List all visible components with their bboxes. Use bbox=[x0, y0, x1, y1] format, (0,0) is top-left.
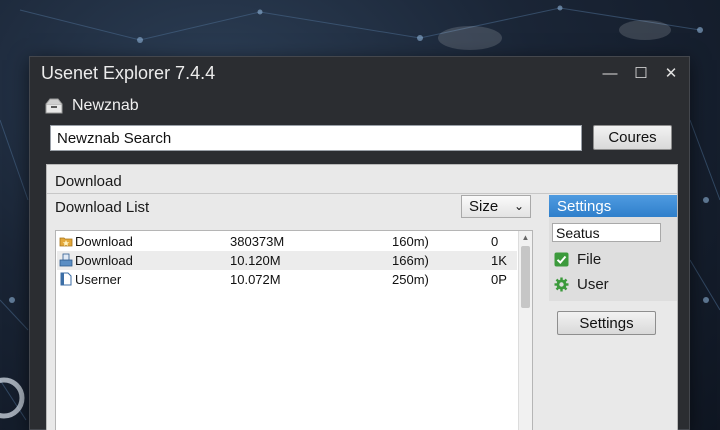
list-item[interactable]: Download 10.120M 166m) 1K bbox=[57, 251, 517, 270]
download-tray-icon bbox=[59, 253, 73, 267]
app-header: Newznab bbox=[44, 95, 139, 117]
option-user-label: User bbox=[577, 275, 609, 293]
row-size: 10.120M bbox=[230, 253, 281, 268]
list-item[interactable]: Userner 10.072M 250m) 0P bbox=[57, 270, 517, 289]
row-name: Userner bbox=[75, 272, 122, 287]
option-user[interactable]: User bbox=[554, 275, 609, 293]
row-count: 1K bbox=[491, 253, 507, 268]
sort-size-select[interactable]: Size ⌄ bbox=[461, 195, 531, 218]
download-listbox[interactable]: Download 380373M 160m) 0 Download 10.120… bbox=[55, 230, 533, 430]
row-name: Download bbox=[75, 234, 133, 249]
option-file-label: File bbox=[577, 250, 602, 268]
inbox-tray-icon bbox=[45, 98, 63, 114]
download-list-title: Download List bbox=[55, 199, 150, 216]
sort-select-value: Size bbox=[469, 198, 499, 215]
row-name: Download bbox=[75, 253, 133, 268]
settings-button[interactable]: Settings bbox=[557, 311, 656, 335]
window-title: Usenet Explorer 7.4.4 bbox=[41, 62, 216, 83]
list-scrollbar[interactable]: ▲ bbox=[518, 231, 532, 430]
row-count: 0P bbox=[491, 272, 507, 287]
row-size: 380373M bbox=[230, 234, 285, 249]
green-check-icon bbox=[554, 252, 569, 266]
search-input[interactable] bbox=[50, 125, 582, 151]
document-icon bbox=[60, 272, 72, 286]
maximize-button[interactable]: ☐ bbox=[626, 57, 656, 89]
row-time: 166m) bbox=[392, 253, 429, 268]
title-bar[interactable]: Usenet Explorer 7.4.4 — ☐ ✕ bbox=[30, 57, 689, 89]
row-count: 0 bbox=[491, 234, 499, 249]
status-field[interactable]: Seatus bbox=[552, 223, 661, 242]
tab-download[interactable]: Download bbox=[55, 173, 122, 190]
star-folder-icon bbox=[59, 237, 73, 247]
app-window: Usenet Explorer 7.4.4 — ☐ ✕ Newznab Cour… bbox=[29, 56, 690, 430]
download-panel: Download Download List Size ⌄ Download 3… bbox=[46, 164, 678, 430]
list-item[interactable]: Download 380373M 160m) 0 bbox=[57, 232, 517, 251]
settings-header[interactable]: Settings bbox=[549, 195, 677, 217]
app-header-label: Newznab bbox=[72, 97, 139, 114]
minimize-button[interactable]: — bbox=[595, 57, 625, 89]
panel-divider bbox=[47, 193, 677, 194]
green-gear-icon bbox=[554, 277, 569, 291]
scroll-up-arrow-icon[interactable]: ▲ bbox=[519, 231, 532, 244]
chevron-down-icon: ⌄ bbox=[513, 199, 524, 213]
row-time: 160m) bbox=[392, 234, 429, 249]
option-file[interactable]: File bbox=[554, 250, 601, 268]
close-button[interactable]: ✕ bbox=[656, 57, 686, 89]
settings-panel: Settings Seatus File User bbox=[549, 195, 677, 301]
scrollbar-thumb[interactable] bbox=[521, 246, 530, 308]
coures-button[interactable]: Coures bbox=[593, 125, 672, 150]
row-size: 10.072M bbox=[230, 272, 281, 287]
row-time: 250m) bbox=[392, 272, 429, 287]
